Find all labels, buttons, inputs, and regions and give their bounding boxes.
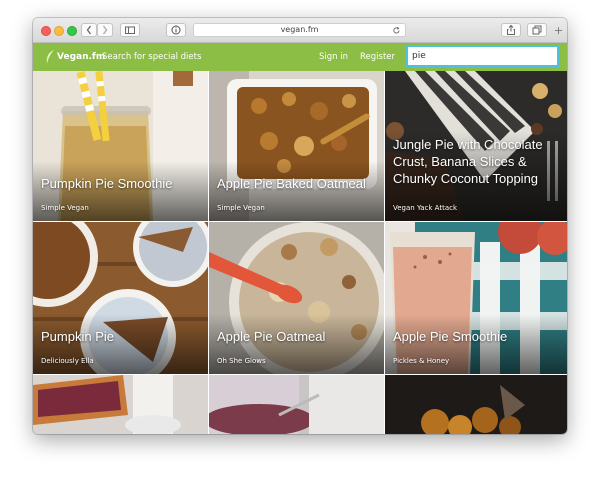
- url-text: vegan.fm: [280, 25, 319, 34]
- recipe-card[interactable]: Jungle Pie with Chocolate Crust, Banana …: [385, 71, 567, 221]
- back-button[interactable]: [81, 23, 97, 37]
- forward-button[interactable]: [97, 23, 113, 37]
- recipe-title[interactable]: Apple Pie Smoothie: [393, 328, 561, 345]
- sidebar-button[interactable]: [120, 23, 140, 37]
- sidebar-icon: [125, 26, 135, 34]
- search-input-value: pie: [412, 51, 426, 61]
- register-link[interactable]: Register: [360, 43, 395, 71]
- brand-name[interactable]: Vegan.fm: [57, 43, 105, 71]
- new-tab-button[interactable]: +: [550, 21, 567, 40]
- recipe-source[interactable]: Oh She Glows: [217, 357, 266, 365]
- recipe-card[interactable]: Pumpkin Pie Smoothie Simple Vegan: [33, 71, 208, 221]
- recipe-card[interactable]: Apple Pie Oatmeal Oh She Glows: [209, 222, 384, 374]
- recipe-card[interactable]: Apple Pie Smoothie Pickles & Honey: [385, 222, 567, 374]
- address-bar[interactable]: vegan.fm: [193, 23, 406, 37]
- leaf-logo-icon[interactable]: [41, 48, 55, 66]
- minimize-window-button[interactable]: [54, 26, 64, 36]
- browser-window: vegan.fm + Vegan.fm Search for special d…: [33, 18, 567, 434]
- reload-icon[interactable]: [392, 26, 401, 35]
- recipe-title[interactable]: Apple Pie Oatmeal: [217, 328, 378, 345]
- recipe-source[interactable]: Simple Vegan: [41, 204, 89, 212]
- recipe-title[interactable]: Apple Pie Baked Oatmeal: [217, 175, 378, 192]
- recipe-source[interactable]: Deliciously Ella: [41, 357, 94, 365]
- tabs-icon: [532, 25, 542, 35]
- new-tab-icon: +: [553, 24, 564, 37]
- recipe-source[interactable]: Simple Vegan: [217, 204, 265, 212]
- recipe-photo: [385, 375, 567, 434]
- share-icon: [507, 24, 515, 35]
- recipe-card[interactable]: Pumpkin Pie Deliciously Ella: [33, 222, 208, 374]
- recipe-grid: Pumpkin Pie Smoothie Simple Vegan Apple …: [33, 71, 567, 434]
- recipe-card[interactable]: [209, 375, 384, 434]
- recipe-photo: [209, 375, 384, 434]
- back-icon: [86, 25, 92, 35]
- tabs-overview-button[interactable]: [527, 23, 547, 37]
- recipe-title[interactable]: Pumpkin Pie Smoothie: [41, 175, 202, 192]
- site-info-button[interactable]: [166, 23, 186, 37]
- recipe-photo: [33, 375, 208, 434]
- forward-icon: [102, 25, 108, 35]
- share-button[interactable]: [501, 23, 521, 37]
- info-icon: [171, 25, 181, 35]
- recipe-title[interactable]: Jungle Pie with Chocolate Crust, Banana …: [393, 136, 561, 187]
- special-diets-link[interactable]: Search for special diets: [102, 43, 201, 71]
- close-window-button[interactable]: [41, 26, 51, 36]
- recipe-source[interactable]: Pickles & Honey: [393, 357, 449, 365]
- recipe-card[interactable]: Apple Pie Baked Oatmeal Simple Vegan: [209, 71, 384, 221]
- recipe-card[interactable]: [385, 375, 567, 434]
- sign-in-link[interactable]: Sign in: [319, 43, 348, 71]
- browser-toolbar: vegan.fm +: [33, 18, 567, 43]
- zoom-window-button[interactable]: [67, 26, 77, 36]
- recipe-source[interactable]: Vegan Yack Attack: [393, 204, 457, 212]
- recipe-card[interactable]: [33, 375, 208, 434]
- recipe-title[interactable]: Pumpkin Pie: [41, 328, 202, 345]
- search-input[interactable]: pie: [406, 45, 559, 67]
